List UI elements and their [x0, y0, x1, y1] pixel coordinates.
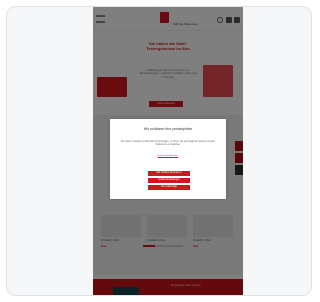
accept-all-button[interactable]: Alle Cookies akzeptieren [148, 171, 190, 176]
cookie-consent-modal: Wir schätzen ihre privatsphäre Wir nutze… [110, 119, 226, 199]
necessary-only-button[interactable]: Nur notwendige [148, 185, 190, 190]
screenshot-card: Stiftung Warentest Sie haben die Wahl: T… [6, 6, 312, 296]
phone-viewport: Stiftung Warentest Sie haben die Wahl: T… [93, 7, 243, 295]
cookie-settings-button[interactable]: Cookie-Einstellungen [148, 178, 190, 183]
modal-text: Wir nutzen Cookies und ähnliche Technolo… [120, 141, 216, 146]
modal-title: Wir schätzen ihre privatsphäre [143, 127, 193, 131]
privacy-link[interactable]: Datenschutzhinweise [118, 155, 218, 157]
